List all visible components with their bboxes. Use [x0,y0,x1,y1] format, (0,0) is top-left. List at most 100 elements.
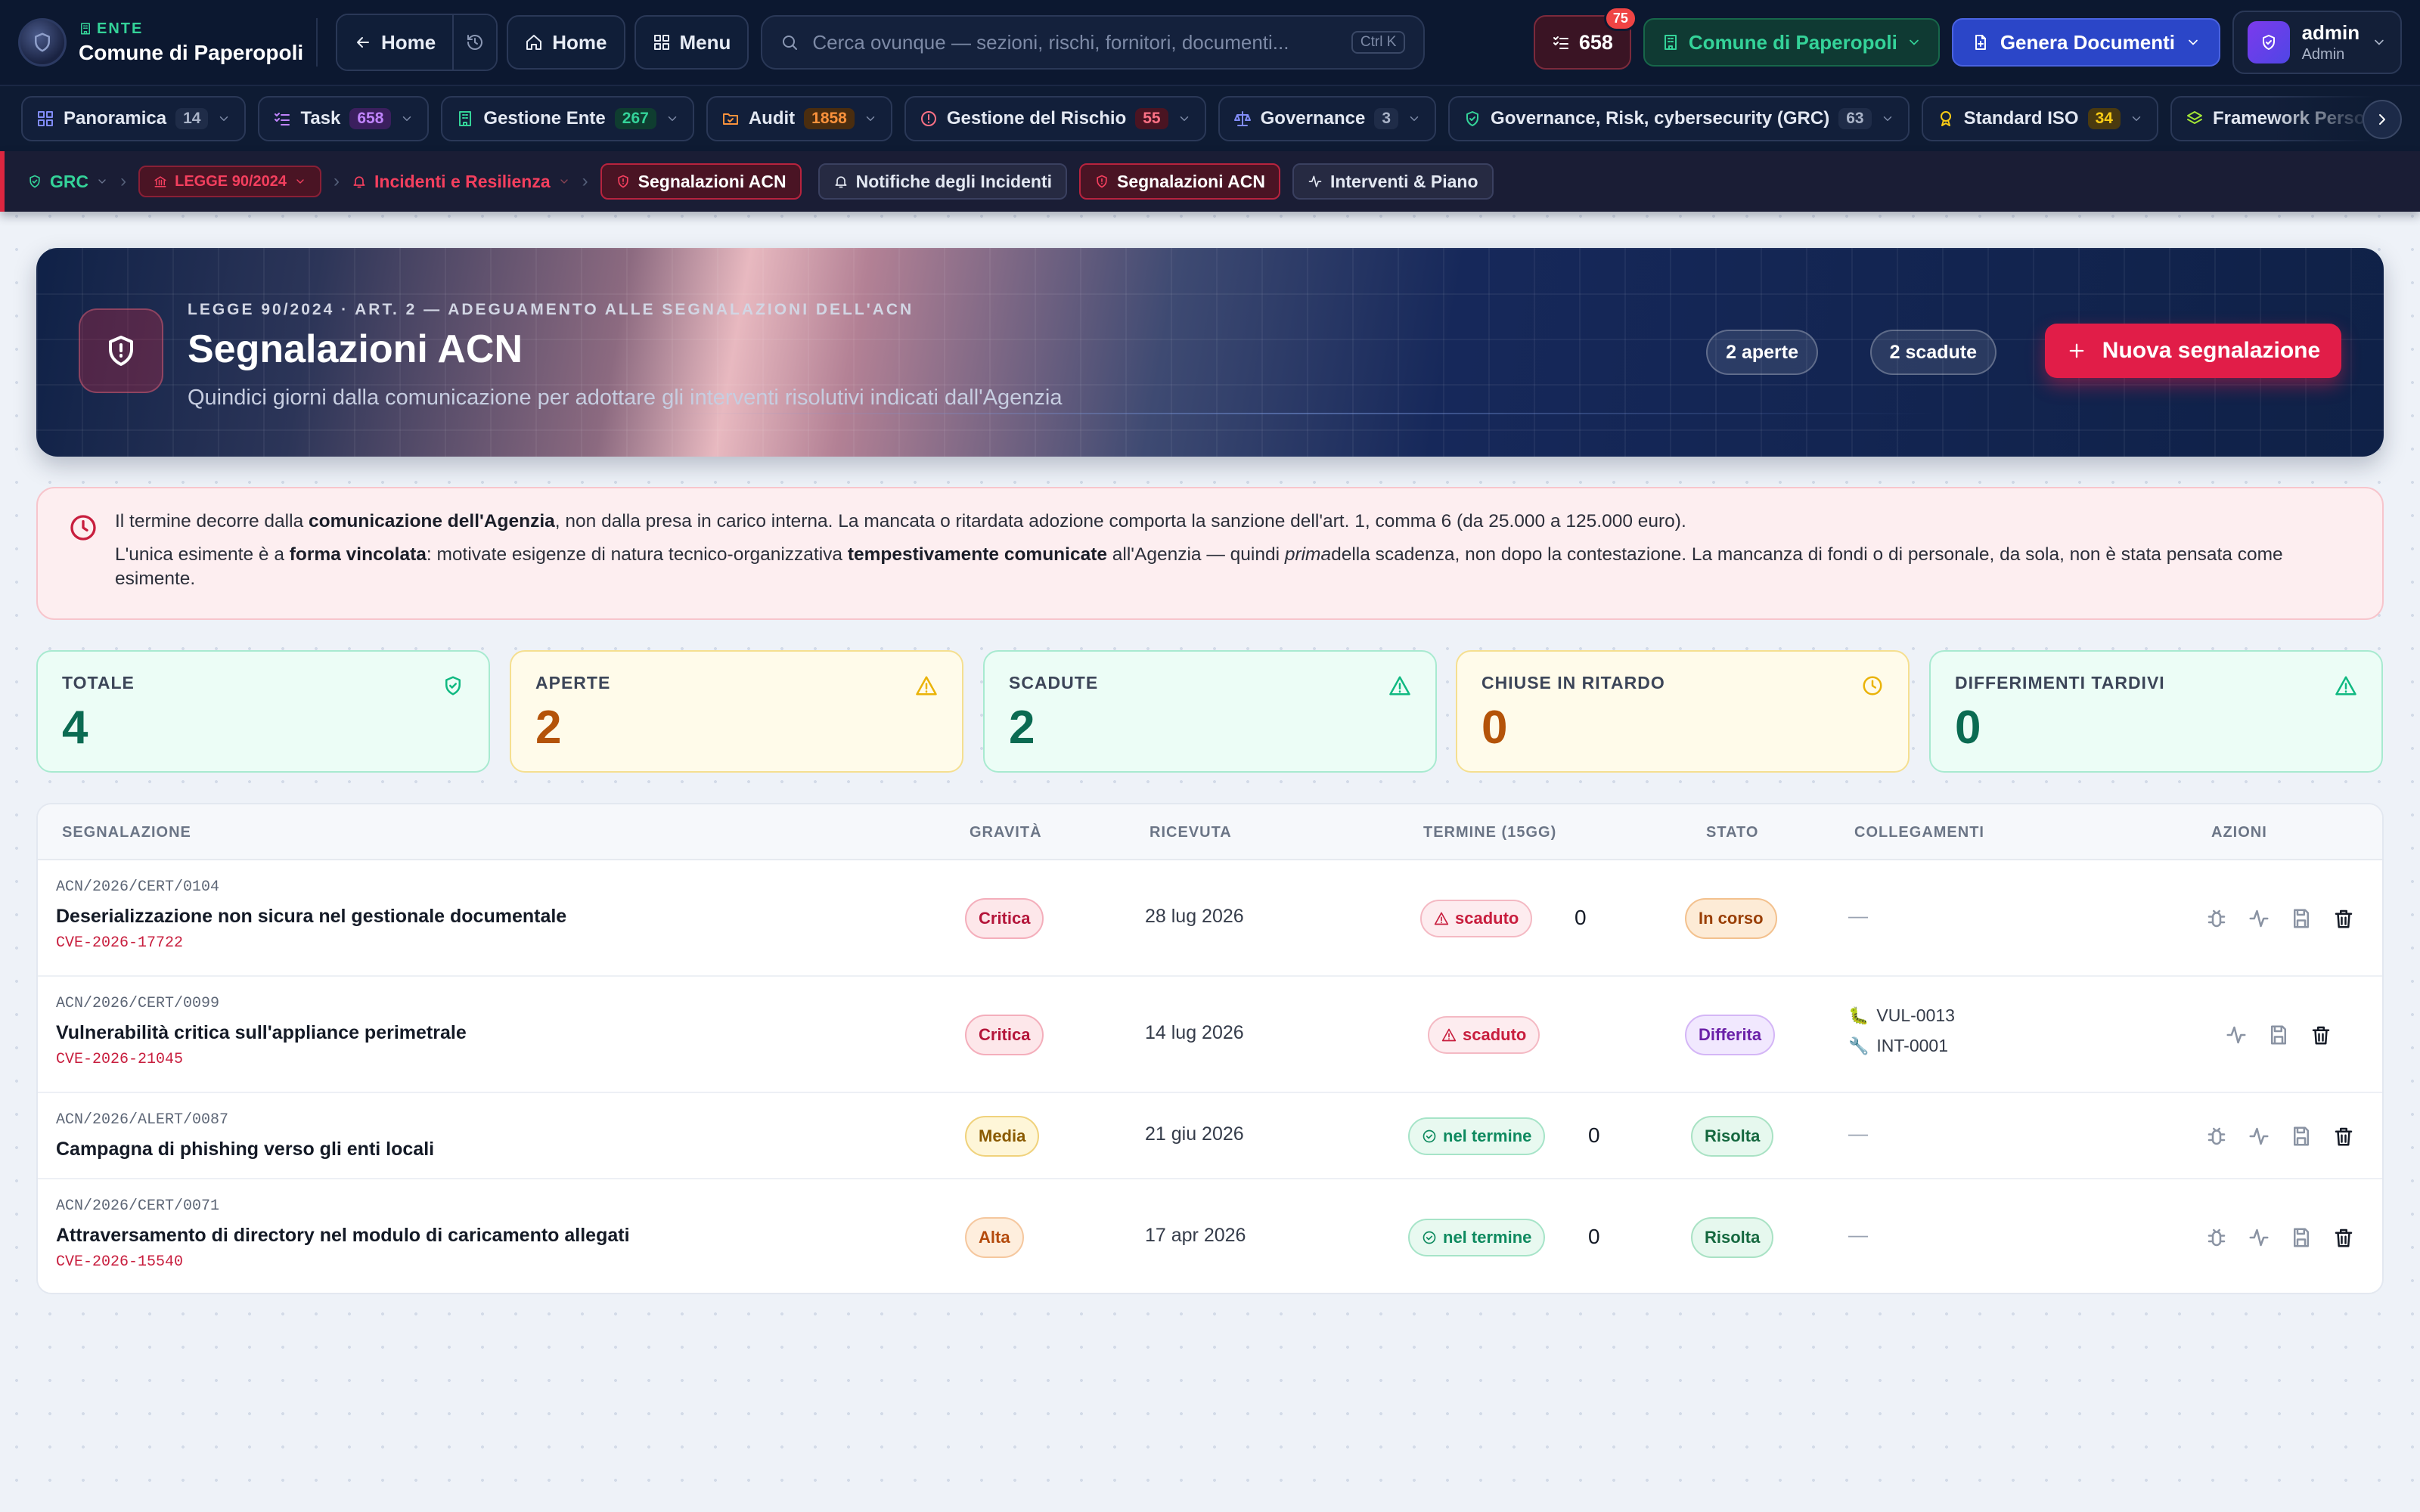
table-row[interactable]: ACN/2026/ALERT/0087 Campagna di phishing… [38,1093,2382,1179]
page-kicker: LEGGE 90/2024 · ART. 2 — ADEGUAMENTO ALL… [188,301,914,318]
trash-icon[interactable] [2332,907,2355,930]
history-icon [467,35,483,50]
tab-interventi-piano[interactable]: Interventi & Piano [1292,163,1494,200]
breadcrumb-current[interactable]: Segnalazioni ACN [600,163,802,200]
page-hero: LEGGE 90/2024 · ART. 2 — ADEGUAMENTO ALL… [36,248,2384,457]
module-governance[interactable]: Governance 3 [1218,96,1437,141]
shield-alert-icon [617,175,628,188]
tab-segnalazioni-acn[interactable]: Segnalazioni ACN [1079,163,1280,200]
severity-badge: Alta [965,1217,1024,1258]
hero-divider [664,413,1934,414]
report-code: ACN/2026/CERT/0071 [56,1198,220,1215]
global-search[interactable]: Ctrl K [761,15,1426,70]
stat-differimenti-tardivi: DIFFERIMENTI TARDIVI 0 [1929,650,2383,773]
row-actions [2225,1024,2332,1046]
report-title[interactable]: Campagna di phishing verso gli enti loca… [56,1139,434,1160]
report-title[interactable]: Vulnerabilità critica sull'appliance per… [56,1022,467,1044]
breadcrumb-legge[interactable]: LEGGE 90/2024 [138,166,321,197]
home-button[interactable]: Home [507,15,625,70]
activity-icon[interactable] [2248,907,2270,930]
bug-icon[interactable] [2205,907,2228,930]
col-gravita: GRAVITÀ [970,824,1042,841]
bug-icon[interactable] [2205,1125,2228,1148]
page-subtitle: Quindici giorni dalla comunicazione per … [188,386,1063,410]
award-icon [1940,111,1951,126]
user-menu[interactable]: admin Admin [2232,11,2402,74]
trash-icon[interactable] [2332,1125,2355,1148]
activity-icon[interactable] [2248,1226,2270,1249]
table-row[interactable]: ACN/2026/CERT/0104 Deserializzazione non… [38,860,2382,977]
module-panoramica[interactable]: Panoramica 14 [21,96,247,141]
link-intervento[interactable]: 🔧 INT-0001 [1848,1036,1948,1056]
module-standard-iso[interactable]: Standard ISO 34 [1921,96,2158,141]
link-vulnerability[interactable]: 🐛 VUL-0013 [1848,1005,1955,1026]
report-cve: CVE-2026-21045 [56,1051,184,1068]
breadcrumb-grc[interactable]: GRC [27,172,108,192]
activity-icon[interactable] [2248,1125,2270,1148]
arrow-left-icon [357,37,369,48]
layers-icon [2186,111,2202,124]
trash-icon[interactable] [2310,1024,2332,1046]
trash-icon[interactable] [2332,1226,2355,1249]
module-count: 658 [349,108,392,129]
term-badge: nel termine [1408,1117,1546,1155]
history-button[interactable] [452,15,497,70]
module-task[interactable]: Task 658 [258,96,430,141]
back-home-button[interactable]: Home [337,15,453,70]
report-code: ACN/2026/CERT/0099 [56,995,220,1012]
chevron-down-icon [668,116,677,121]
module-gestione-rischio[interactable]: Gestione del Rischio 55 [904,96,1206,141]
chevron-down-icon [1883,116,1891,121]
breadcrumb-separator: › [582,171,588,191]
module-count: 267 [614,108,656,129]
landmark-icon [154,176,166,187]
save-icon[interactable] [2290,907,2313,930]
shield-alert-icon [1097,175,1107,188]
module-grc[interactable]: Governance, Risk, cybersecurity (GRC) 63 [1448,96,1910,141]
module-audit[interactable]: Audit 1858 [706,96,892,141]
chevron-down-icon [296,179,304,184]
row-actions [2205,1125,2355,1148]
shield-check-icon [445,676,461,696]
table-row[interactable]: ACN/2026/CERT/0071 Attraversamento di di… [38,1179,2382,1293]
save-icon[interactable] [2290,1226,2313,1249]
brand[interactable]: ENTE Comune di Paperopoli [18,18,316,67]
warning-line-2: L'unica esimente è a forma vincolata: mo… [115,544,2283,589]
bug-icon[interactable] [2205,1226,2228,1249]
expired-count-pill: 2 scadute [1869,330,1996,375]
report-title[interactable]: Deserializzazione non sicura nel gestion… [56,906,566,928]
table-row[interactable]: ACN/2026/CERT/0099 Vulnerabilità critica… [38,977,2382,1093]
chevron-right-icon [2379,114,2385,125]
col-ricevuta: RICEVUTA [1150,824,1232,841]
warning-triangle-icon [1434,912,1449,925]
module-gestione-ente[interactable]: Gestione Ente 267 [441,96,694,141]
save-icon[interactable] [2267,1024,2290,1046]
menu-button[interactable]: Menu [634,15,749,70]
scroll-right-button[interactable] [2363,100,2402,139]
breadcrumb-incidenti[interactable]: Incidenti e Resilienza [352,172,570,192]
tab-notifiche-incidenti[interactable]: Notifiche degli Incidenti [818,163,1067,200]
ente-logo-icon [18,18,67,67]
chevron-down-icon [1909,39,1919,45]
activity-icon[interactable] [2225,1024,2248,1046]
new-report-button[interactable]: Nuova segnalazione [2045,324,2341,378]
module-count: 63 [1838,108,1872,129]
stat-aperte: APERTE 2 [510,650,963,773]
genera-documenti-button[interactable]: Genera Documenti [1951,18,2220,67]
severity-badge: Media [965,1116,1040,1157]
warning-triangle-icon [916,676,937,696]
report-cve: CVE-2026-17722 [56,934,184,952]
col-azioni: AZIONI [2211,824,2267,841]
search-shortcut: Ctrl K [1351,31,1406,54]
ente-selector[interactable]: Comune di Paperopoli [1643,18,1940,67]
save-icon[interactable] [2290,1125,2313,1148]
report-title[interactable]: Attraversamento di directory nel modulo … [56,1225,630,1247]
col-termine: TERMINE (15GG) [1423,824,1557,841]
module-count: 1858 [804,108,855,129]
search-input[interactable] [812,30,1338,54]
warning-triangle-icon [1389,676,1410,696]
row-actions [2205,907,2355,930]
tasks-button[interactable]: 658 75 [1533,6,1637,70]
module-count: 34 [2087,108,2121,129]
status-badge: Differita [1685,1015,1776,1055]
